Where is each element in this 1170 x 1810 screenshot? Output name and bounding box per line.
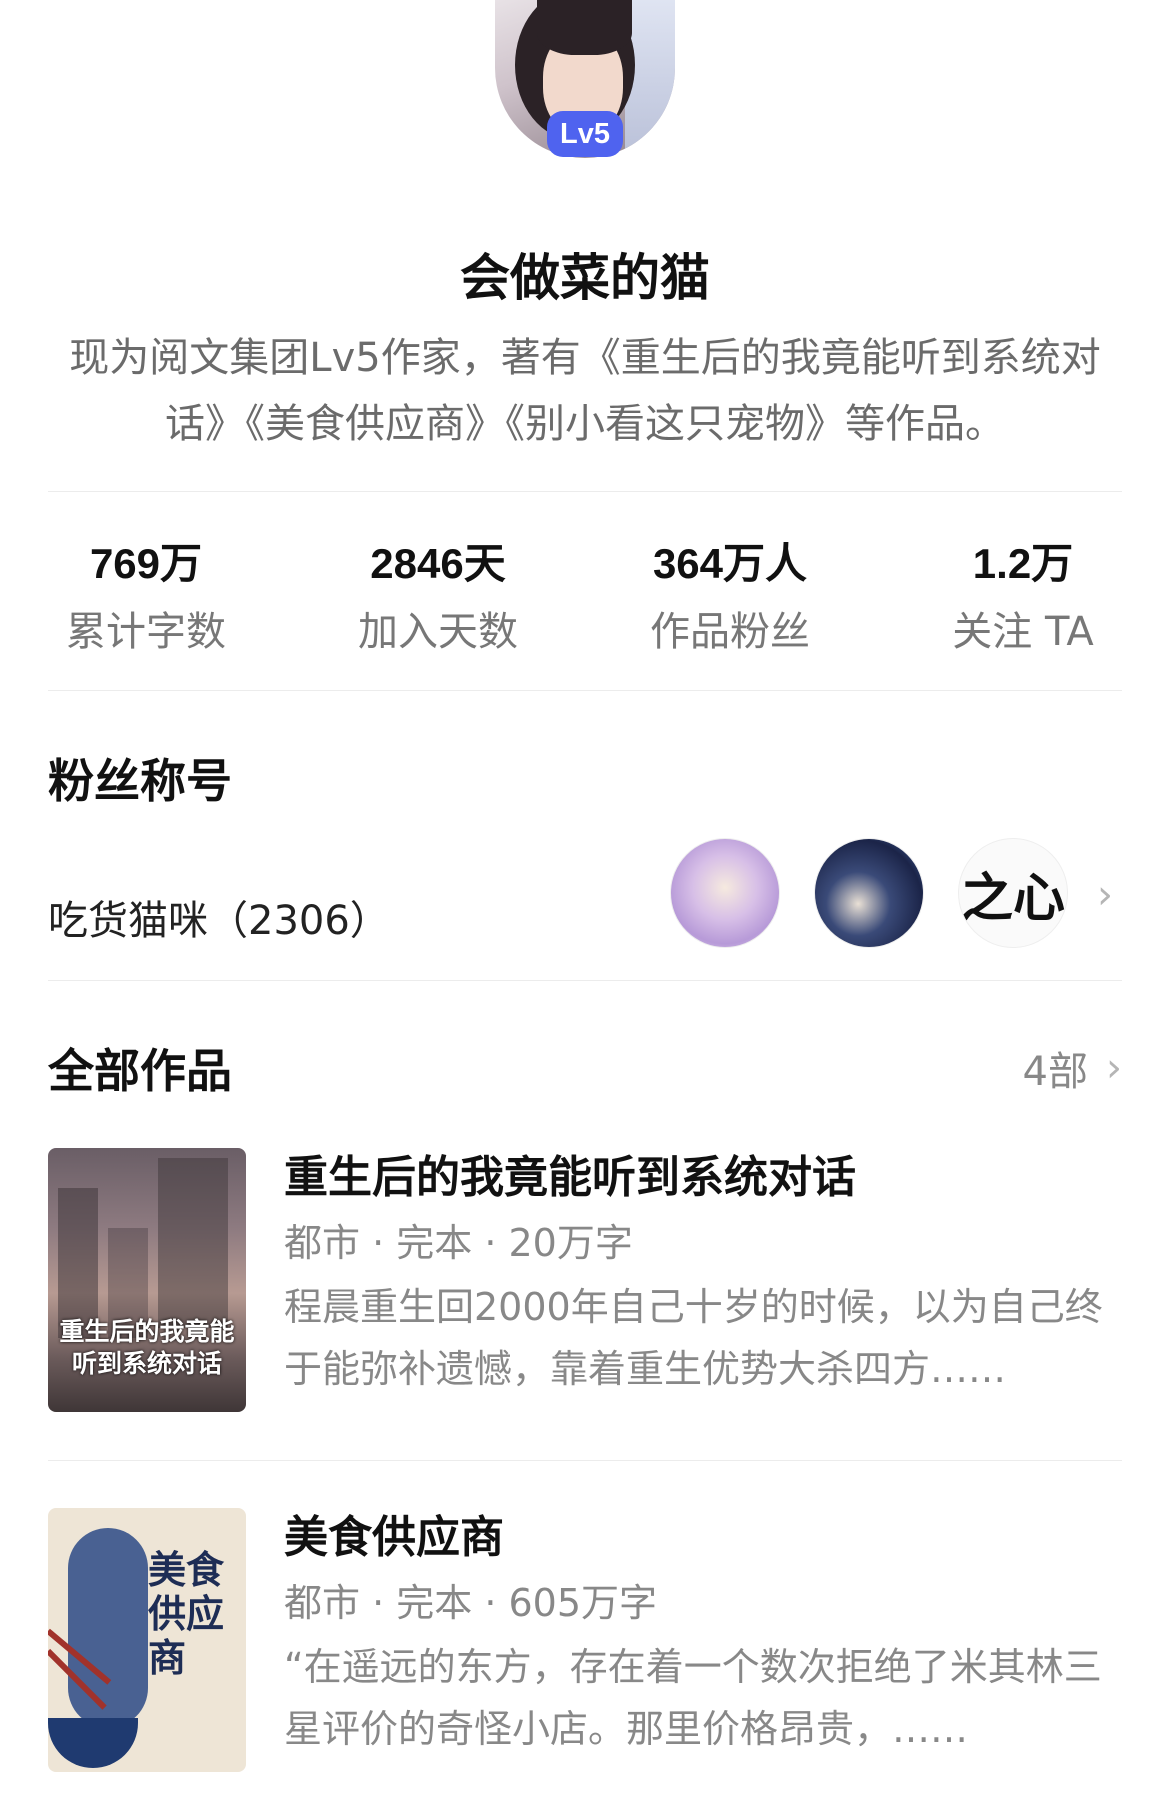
stat-label: 累计字数 <box>66 609 226 655</box>
author-name: 会做菜的猫 <box>460 249 710 307</box>
stat-joined-days: 2846天 加入天数 <box>292 535 584 657</box>
fan-section-title: 粉丝称号 <box>48 754 232 808</box>
stat-value: 769万 <box>89 540 203 587</box>
fan-avatar: 之心 <box>958 838 1068 948</box>
cover-title: 美食供应商 <box>148 1547 225 1680</box>
divider <box>48 491 1122 492</box>
stat-label: 作品粉丝 <box>650 609 810 655</box>
divider <box>48 1460 1122 1461</box>
fan-title-label: 吃货猫咪（2306） <box>48 898 390 944</box>
stat-value: 364万人 <box>652 540 808 587</box>
stat-value: 2846天 <box>370 540 506 587</box>
works-count: 4部 <box>1022 1049 1088 1095</box>
works-count-link[interactable]: 4部 › <box>1023 1039 1122 1097</box>
book-title: 美食供应商 <box>284 1512 504 1563</box>
works-header: 全部作品 4部 › <box>48 1035 1122 1101</box>
author-avatar[interactable]: Lv5 <box>495 0 675 160</box>
stat-following[interactable]: 1.2万 关注 TA <box>876 535 1170 657</box>
book-cover: 美食供应商 <box>48 1508 246 1772</box>
book-meta: 都市 · 完本 · 20万字 <box>284 1221 633 1265</box>
book-info: 重生后的我竟能听到系统对话 都市 · 完本 · 20万字 程晨重生回2000年自… <box>284 1148 1122 1412</box>
divider <box>48 690 1122 691</box>
stat-label: 关注 TA <box>952 609 1094 655</box>
stat-fans[interactable]: 364万人 作品粉丝 <box>584 535 876 657</box>
author-bio: 现为阅文集团Lv5作家，著有《重生后的我竟能听到系统对话》《美食供应商》《别小看… <box>69 335 1101 447</box>
book-meta: 都市 · 完本 · 605万字 <box>284 1581 658 1625</box>
cover-title: 重生后的我竟能听到系统对话 <box>59 1317 235 1378</box>
stat-value: 1.2万 <box>972 540 1074 587</box>
stat-label: 加入天数 <box>358 609 518 655</box>
fan-avatar <box>814 838 924 948</box>
chevron-right-icon[interactable]: › <box>1097 872 1113 918</box>
level-badge: Lv5 <box>547 111 623 157</box>
fan-avatar <box>670 838 780 948</box>
book-item[interactable]: 重生后的我竟能听到系统对话 重生后的我竟能听到系统对话 都市 · 完本 · 20… <box>48 1148 1122 1412</box>
book-description: “在遥远的东方，存在着一个数次拒绝了米其林三星评价的奇怪小店。那里价格昂贵，…… <box>284 1645 1102 1751</box>
chevron-right-icon: › <box>1106 1045 1122 1091</box>
stats-row: 769万 累计字数 2846天 加入天数 364万人 作品粉丝 1.2万 关注 … <box>0 535 1170 657</box>
book-item[interactable]: 美食供应商 美食供应商 都市 · 完本 · 605万字 “在遥远的东方，存在着一… <box>48 1508 1122 1772</box>
book-info: 美食供应商 都市 · 完本 · 605万字 “在遥远的东方，存在着一个数次拒绝了… <box>284 1508 1122 1772</box>
stat-total-words: 769万 累计字数 <box>0 535 292 657</box>
book-description: 程晨重生回2000年自己十岁的时候，以为自己终于能弥补遗憾，靠着重生优势大杀四方… <box>284 1285 1103 1391</box>
divider <box>48 980 1122 981</box>
book-cover: 重生后的我竟能听到系统对话 <box>48 1148 246 1412</box>
works-section-title: 全部作品 <box>48 1044 232 1098</box>
book-title: 重生后的我竟能听到系统对话 <box>284 1152 856 1203</box>
